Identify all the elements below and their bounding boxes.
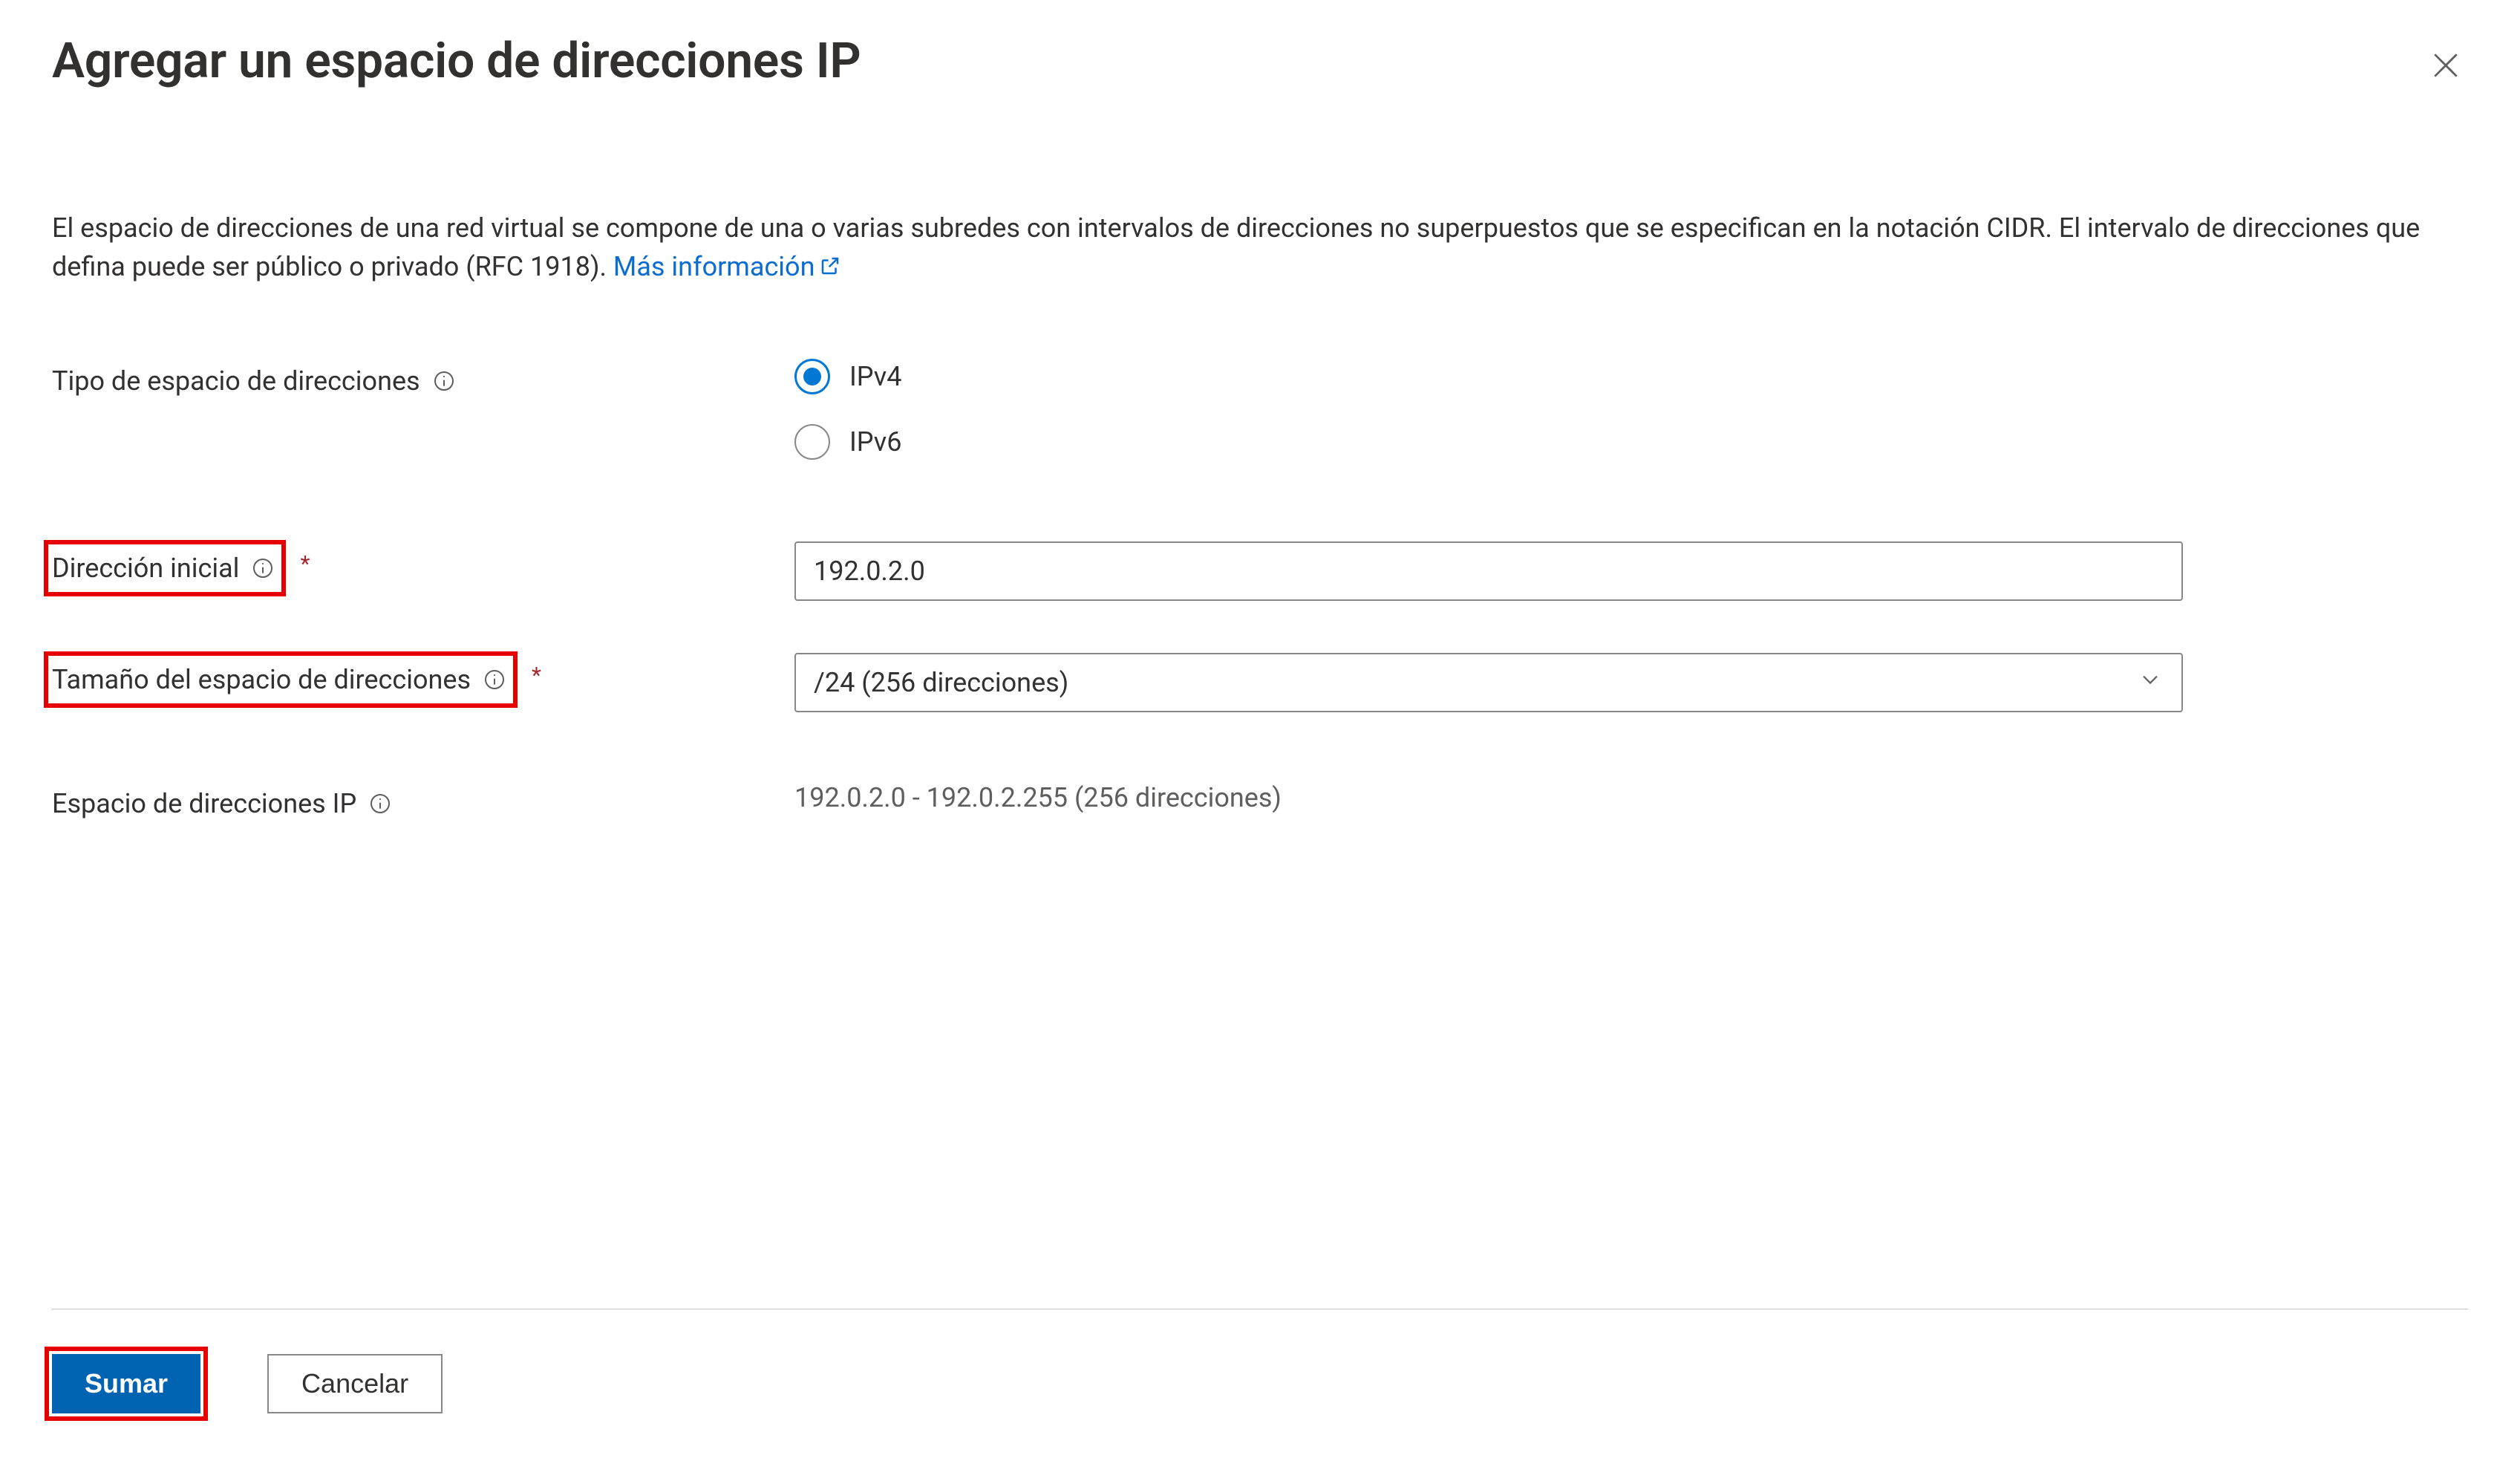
start-address-label-text: Dirección inicial <box>52 553 239 584</box>
panel-description: El espacio de direcciones de una red vir… <box>52 209 2468 287</box>
ip-space-value: 192.0.2.0 - 192.0.2.255 (256 direcciones… <box>794 772 2183 813</box>
start-address-label-highlight: Dirección inicial <box>46 542 284 594</box>
address-type-radiogroup: IPv4 IPv6 <box>794 354 2183 460</box>
address-size-select[interactable]: /24 (256 direcciones) <box>794 653 2183 712</box>
radio-ipv6[interactable]: IPv6 <box>794 424 2183 460</box>
panel-title: Agregar un espacio de direcciones IP <box>52 33 861 90</box>
start-address-input-col <box>794 541 2183 601</box>
address-size-label-wrap: Tamaño del espacio de direcciones * <box>52 653 794 706</box>
field-address-type: Tipo de espacio de direcciones IPv4 IPv6 <box>52 354 2468 460</box>
field-ip-space: Espacio de direcciones IP 192.0.2.0 - 19… <box>52 772 2468 825</box>
field-address-size: Tamaño del espacio de direcciones * /24 … <box>52 653 2468 712</box>
close-button[interactable] <box>2423 43 2468 88</box>
learn-more-label: Más información <box>613 251 815 282</box>
radio-indicator-ipv6 <box>794 424 830 460</box>
close-icon <box>2429 73 2462 84</box>
external-link-icon <box>819 249 841 287</box>
info-icon[interactable] <box>251 556 275 580</box>
ip-space-label-wrap: Espacio de direcciones IP <box>52 772 794 825</box>
info-icon[interactable] <box>432 369 456 393</box>
address-size-label-highlight: Tamaño del espacio de direcciones <box>46 654 515 706</box>
learn-more-link[interactable]: Más información <box>613 251 842 282</box>
start-address-label-wrap: Dirección inicial * <box>52 541 794 595</box>
required-indicator: * <box>532 663 541 689</box>
info-icon[interactable] <box>483 668 506 691</box>
radio-ipv4-label: IPv4 <box>849 361 901 392</box>
field-start-address: Dirección inicial * <box>52 541 2468 601</box>
add-button[interactable]: Sumar <box>52 1354 200 1413</box>
add-ip-space-panel: Agregar un espacio de direcciones IP El … <box>0 0 2520 1458</box>
panel-header: Agregar un espacio de direcciones IP <box>52 33 2468 90</box>
address-type-input-col: IPv4 IPv6 <box>794 354 2183 460</box>
form: Tipo de espacio de direcciones IPv4 IPv6 <box>52 354 2468 877</box>
address-size-value: /24 (256 direcciones) <box>814 667 1068 698</box>
info-icon[interactable] <box>368 792 392 816</box>
panel-footer: Sumar Cancelar <box>52 1309 2468 1458</box>
start-address-input[interactable] <box>794 541 2183 601</box>
address-size-label-text: Tamaño del espacio de direcciones <box>52 664 471 695</box>
chevron-down-icon <box>2137 666 2164 700</box>
address-type-label: Tipo de espacio de direcciones <box>52 354 794 408</box>
cancel-button[interactable]: Cancelar <box>267 1354 443 1413</box>
ip-space-label-text: Espacio de direcciones IP <box>52 788 356 819</box>
radio-ipv4[interactable]: IPv4 <box>794 359 2183 394</box>
required-indicator: * <box>300 551 310 577</box>
description-text: El espacio de direcciones de una red vir… <box>52 212 2420 282</box>
address-type-label-text: Tipo de espacio de direcciones <box>52 365 420 397</box>
radio-ipv6-label: IPv6 <box>849 426 901 458</box>
address-size-input-col: /24 (256 direcciones) <box>794 653 2183 712</box>
ip-space-value-col: 192.0.2.0 - 192.0.2.255 (256 direcciones… <box>794 772 2183 813</box>
radio-indicator-ipv4 <box>794 359 830 394</box>
